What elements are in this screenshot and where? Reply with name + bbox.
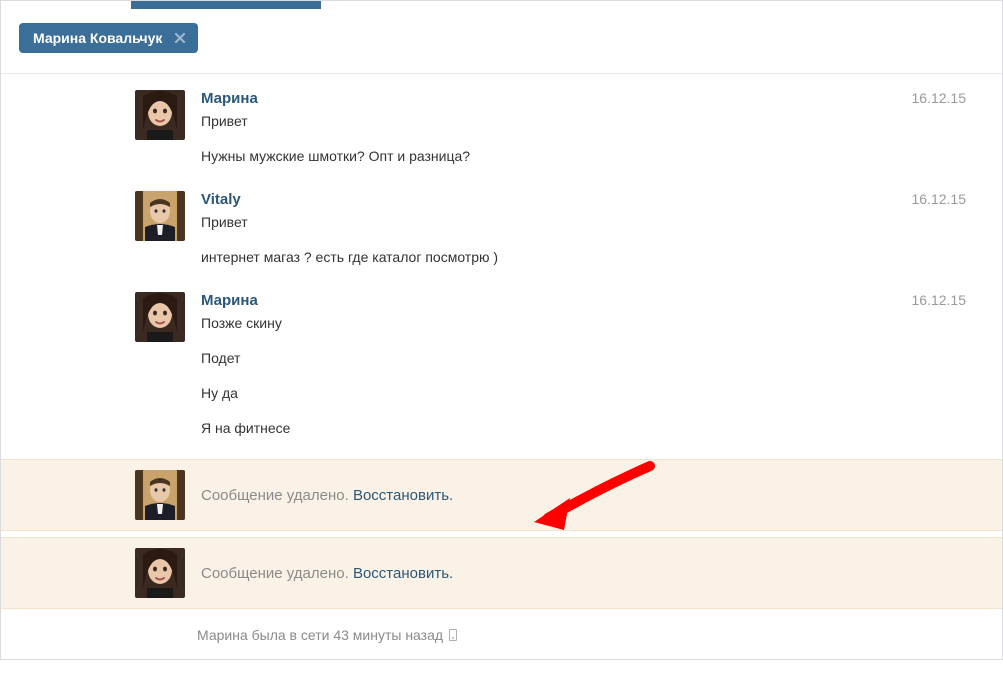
- message-line: Привет: [201, 212, 982, 233]
- close-icon[interactable]: [172, 30, 188, 46]
- status-text: Марина была в сети 43 минуты назад: [197, 627, 443, 643]
- deleted-message-row: Сообщение удалено. Восстановить.: [1, 537, 1002, 609]
- message-text: Привет Нужны мужские шмотки? Опт и разниц…: [201, 111, 982, 167]
- user-filter-chip[interactable]: Марина Ковальчук: [19, 23, 198, 53]
- message-body: Марина Позже скину Подет Ну да Я на фитнесе: [201, 292, 982, 447]
- restore-link[interactable]: Восстановить.: [353, 565, 453, 582]
- top-tab-indicator: [1, 1, 1002, 9]
- deleted-body: Сообщение удалено. Восстановить.: [201, 565, 453, 582]
- message-date: 16.12.15: [912, 90, 967, 106]
- message-line: Привет: [201, 111, 982, 132]
- status-bar: Марина была в сети 43 минуты назад: [1, 615, 1002, 659]
- message-row: Vitaly Привет интернет магаз ? есть где ка…: [1, 181, 1002, 282]
- message-line: Ну да: [201, 383, 982, 404]
- message-line: Позже скину: [201, 313, 982, 334]
- avatar-column: [21, 548, 201, 598]
- message-text: Привет интернет магаз ? есть где каталог …: [201, 212, 982, 268]
- message-line: Нужны мужские шмотки? Опт и разница?: [201, 146, 982, 167]
- message-author[interactable]: Vitaly: [201, 191, 982, 208]
- avatar[interactable]: [135, 292, 185, 342]
- avatar-column: [21, 470, 201, 520]
- message-author[interactable]: Марина: [201, 292, 982, 309]
- message-row: Марина Привет Нужны мужские шмотки? Опт и …: [1, 80, 1002, 181]
- message-line: Я на фитнесе: [201, 418, 982, 439]
- message-list: Марина Привет Нужны мужские шмотки? Опт и …: [1, 74, 1002, 453]
- deleted-label: Сообщение удалено.: [201, 487, 353, 504]
- avatar-column: [21, 191, 201, 276]
- message-date: 16.12.15: [912, 191, 967, 207]
- message-line: Подет: [201, 348, 982, 369]
- chat-container: Марина Ковальчук Марина Привет Нужны мужск…: [0, 0, 1003, 660]
- avatar[interactable]: [135, 191, 185, 241]
- avatar-column: [21, 292, 201, 447]
- deleted-label: Сообщение удалено.: [201, 565, 353, 582]
- deleted-message-row: Сообщение удалено. Восстановить.: [1, 459, 1002, 531]
- message-text: Позже скину Подет Ну да Я на фитнесе: [201, 313, 982, 439]
- avatar[interactable]: [135, 90, 185, 140]
- avatar[interactable]: [135, 548, 185, 598]
- message-date: 16.12.15: [912, 292, 967, 308]
- message-body: Vitaly Привет интернет магаз ? есть где ка…: [201, 191, 982, 276]
- message-body: Марина Привет Нужны мужские шмотки? Опт и …: [201, 90, 982, 175]
- avatar-column: [21, 90, 201, 175]
- message-row: Марина Позже скину Подет Ну да Я на фитнесе 1…: [1, 282, 1002, 453]
- deleted-body: Сообщение удалено. Восстановить.: [201, 487, 453, 504]
- filter-chip-bar: Марина Ковальчук: [1, 9, 1002, 74]
- avatar[interactable]: [135, 470, 185, 520]
- mobile-icon: [449, 629, 457, 641]
- message-line: интернет магаз ? есть где каталог посмот…: [201, 247, 982, 268]
- restore-link[interactable]: Восстановить.: [353, 487, 453, 504]
- chip-label: Марина Ковальчук: [33, 30, 162, 46]
- deleted-message-list: Сообщение удалено. Восстановить. Сообщен…: [1, 459, 1002, 609]
- message-author[interactable]: Марина: [201, 90, 982, 107]
